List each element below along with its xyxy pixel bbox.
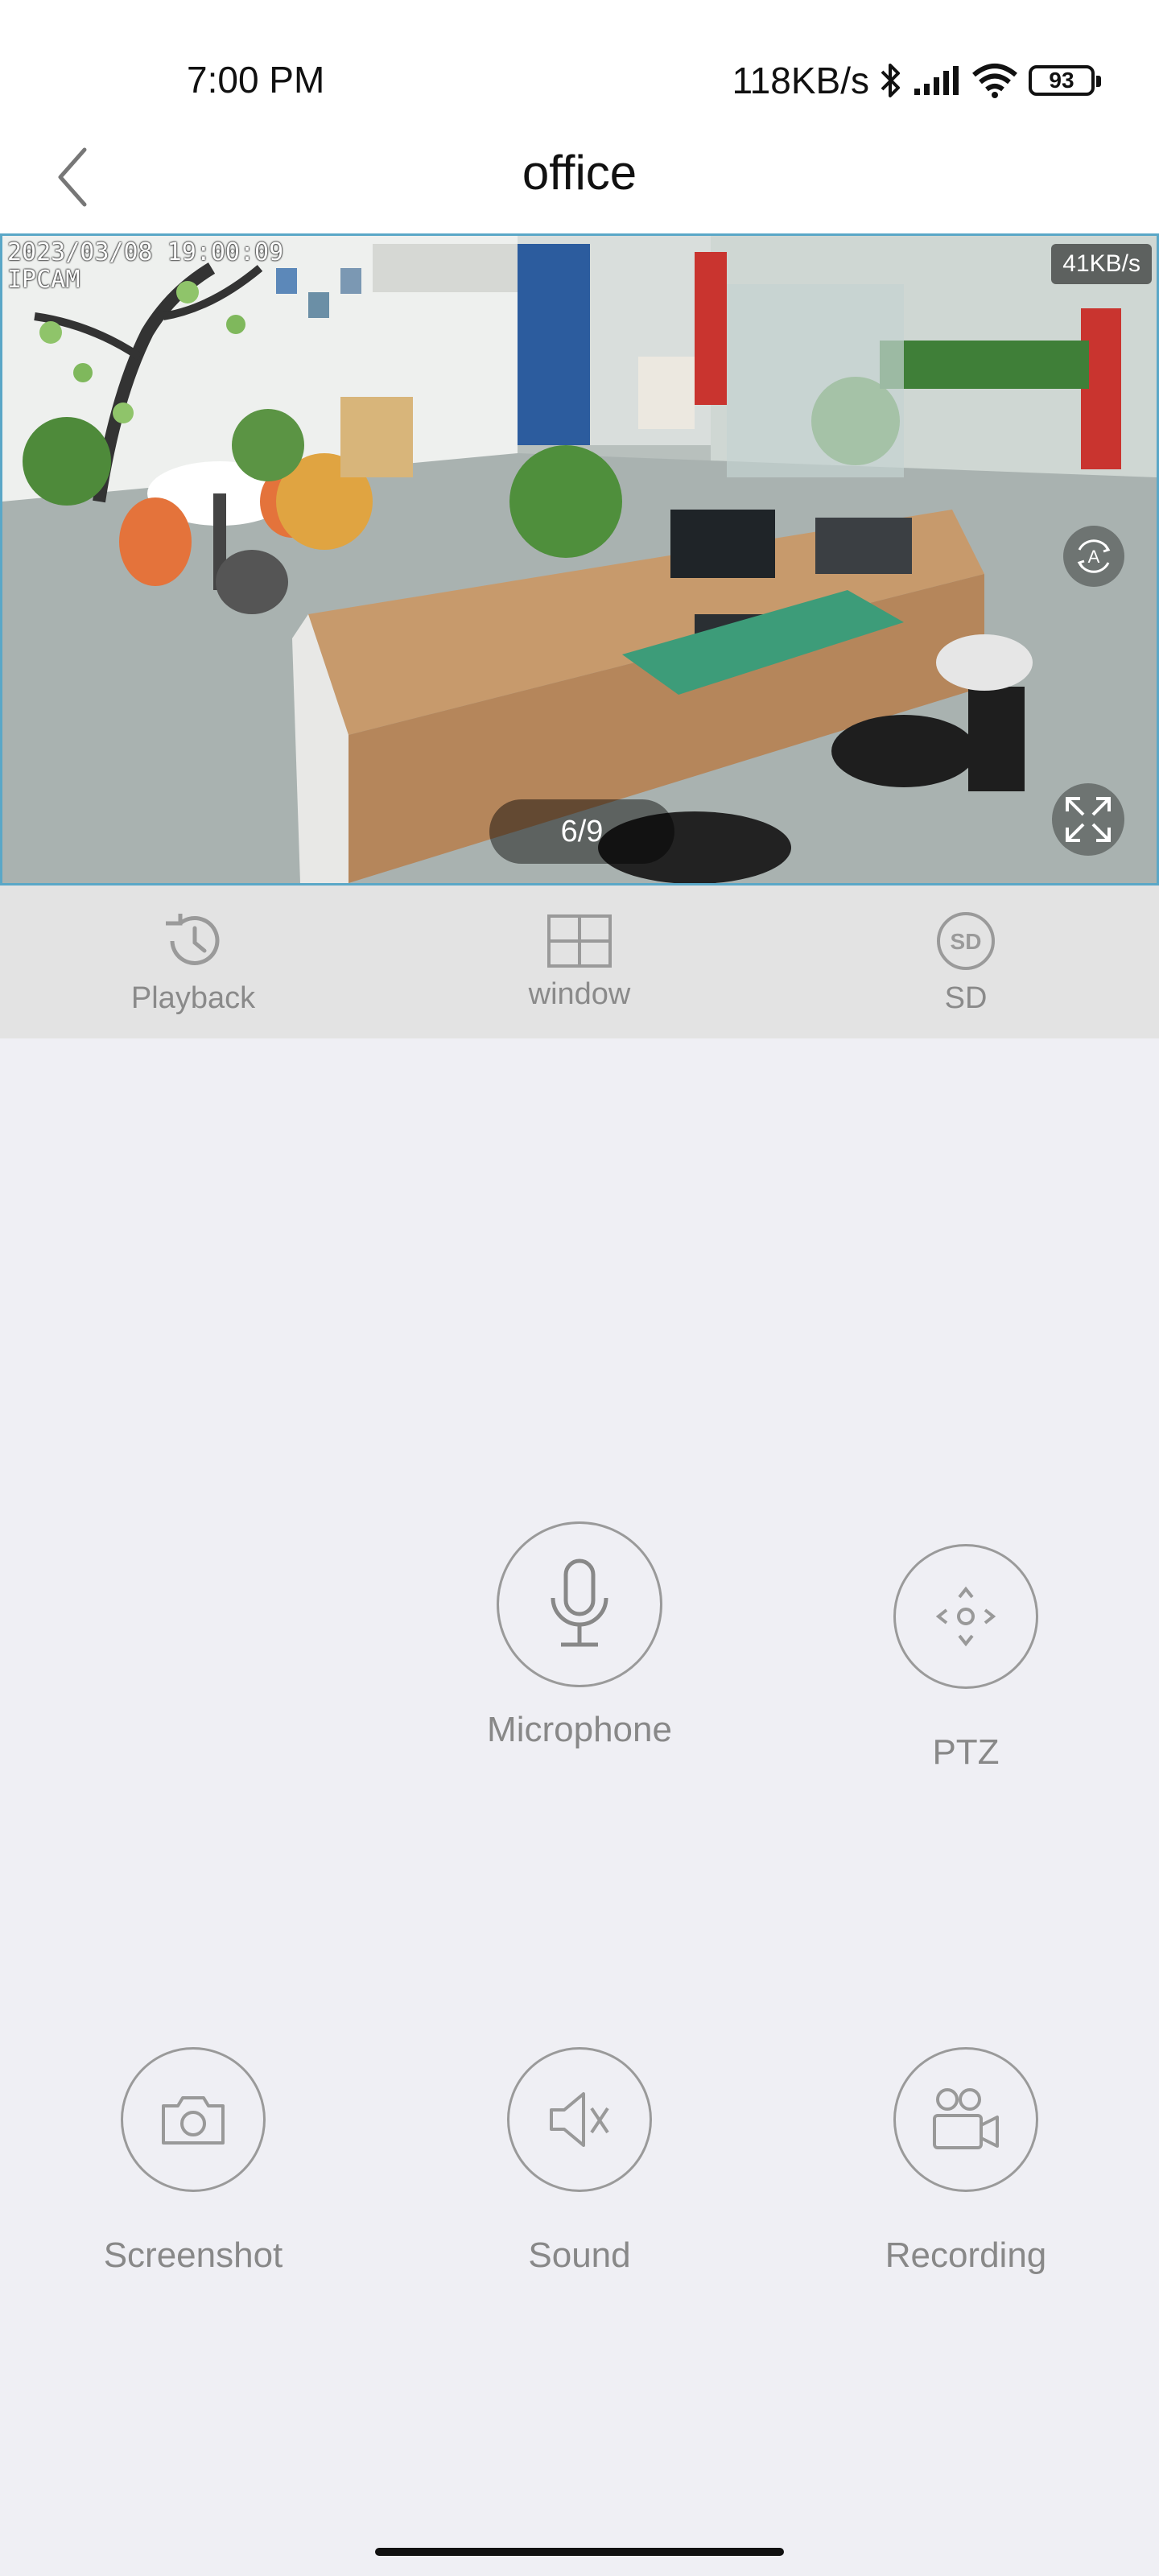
auto-rotate-icon: A: [1077, 539, 1111, 573]
bluetooth-icon: [881, 64, 900, 97]
bitrate-badge: 41KB/s: [1051, 244, 1152, 284]
ptz-icon: [935, 1586, 996, 1647]
microphone-icon: [551, 1558, 608, 1647]
status-bar: 7:00 PM 118KB/s 93: [0, 0, 1159, 121]
status-time: 7:00 PM: [187, 59, 325, 101]
status-icons: 118KB/s 93: [732, 58, 1101, 103]
playback-button[interactable]: Playback: [0, 886, 386, 1038]
microphone-button[interactable]: Microphone: [459, 1521, 700, 1750]
signal-icon: [914, 66, 959, 95]
header: office: [0, 121, 1159, 233]
sound-circle: [507, 2047, 652, 2192]
osd-camera-name: IPCAM: [7, 266, 80, 294]
recording-button[interactable]: Recording: [845, 2047, 1087, 2276]
sound-button[interactable]: Sound: [459, 2047, 700, 2276]
camera-icon: [162, 2096, 225, 2145]
ptz-circle: [893, 1544, 1038, 1689]
history-icon: [166, 913, 220, 965]
live-video[interactable]: 2023/03/08 19:00:09 IPCAM 41KB/s A 6/9: [0, 233, 1159, 886]
fullscreen-button[interactable]: [1052, 783, 1124, 856]
sd-button[interactable]: SD SD: [773, 886, 1159, 1038]
home-indicator[interactable]: [375, 2548, 784, 2556]
ptz-button[interactable]: PTZ: [845, 1544, 1087, 1773]
sd-label: SD: [944, 980, 988, 1015]
page-indicator[interactable]: 6/9: [489, 799, 674, 864]
fullscreen-icon: [1066, 797, 1111, 842]
video-osd: 2023/03/08 19:00:09 IPCAM: [7, 239, 283, 294]
battery-icon: 93: [1029, 65, 1101, 96]
osd-datetime: 2023/03/08 19:00:09: [7, 238, 284, 266]
svg-text:A: A: [1088, 547, 1100, 567]
window-button[interactable]: window: [386, 886, 773, 1038]
sd-icon: SD: [937, 911, 995, 970]
tool-strip: Playback window SD SD: [0, 886, 1159, 1038]
sound-label: Sound: [528, 2235, 631, 2275]
wifi-icon: [972, 64, 1017, 98]
playback-label: Playback: [130, 980, 256, 1015]
recording-circle: [893, 2047, 1038, 2192]
window-label: window: [528, 976, 631, 1011]
battery-level: 93: [1049, 68, 1074, 93]
svg-text:SD: SD: [951, 929, 982, 954]
microphone-circle: [497, 1521, 662, 1687]
mute-icon: [550, 2092, 609, 2147]
screenshot-label: Screenshot: [103, 2235, 283, 2275]
auto-rotate-button[interactable]: A: [1063, 526, 1124, 587]
grid-icon: [547, 914, 612, 968]
microphone-label: Microphone: [487, 1710, 672, 1749]
network-speed: 118KB/s: [732, 60, 869, 101]
camera-scene: [2, 236, 1157, 883]
ptz-label: PTZ: [932, 1732, 1000, 1772]
page-title: office: [522, 146, 637, 200]
screenshot-circle: [121, 2047, 266, 2192]
screenshot-button[interactable]: Screenshot: [72, 2047, 314, 2276]
recording-label: Recording: [885, 2235, 1047, 2275]
video-camera-icon: [933, 2088, 999, 2149]
